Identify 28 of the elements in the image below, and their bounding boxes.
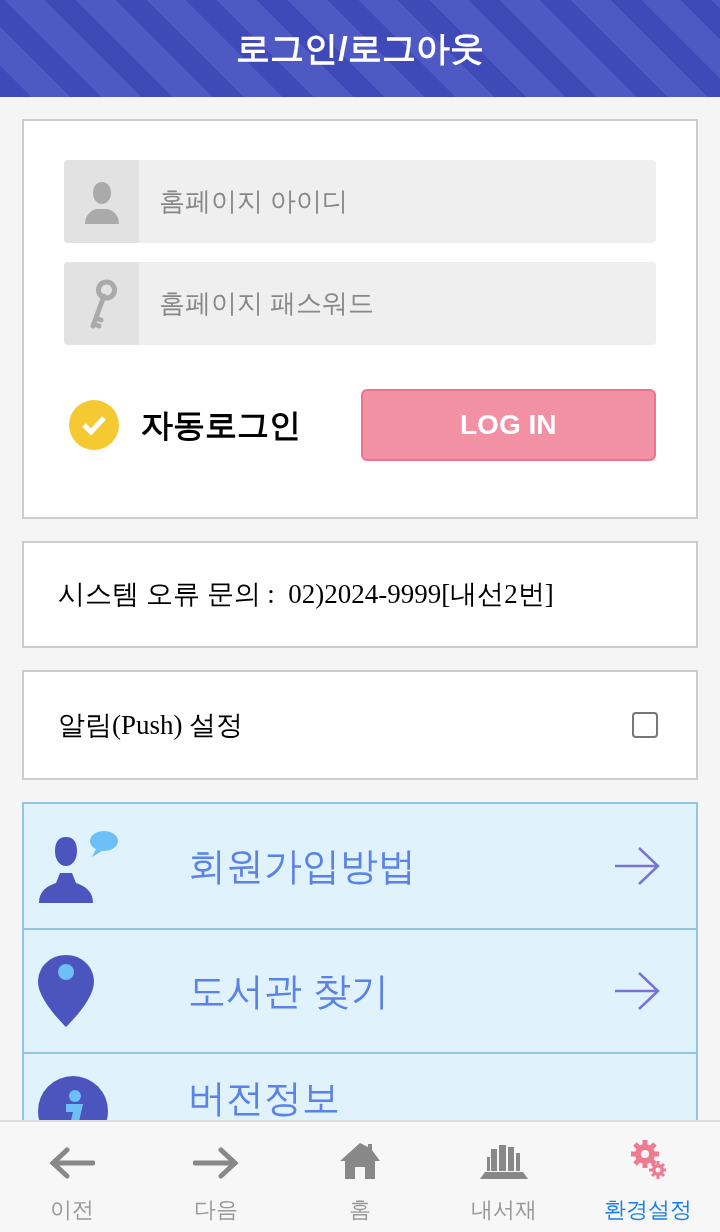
- gears-icon: [630, 1139, 666, 1179]
- menu-row[interactable]: 도서관 찾기: [24, 928, 696, 1052]
- back-arrow-icon: [49, 1147, 95, 1179]
- push-checkbox[interactable]: [632, 712, 658, 738]
- nav-tab[interactable]: 환경설정: [576, 1122, 720, 1232]
- auto-login-checkbox[interactable]: [69, 400, 119, 450]
- nav-tab[interactable]: 홈: [288, 1122, 432, 1232]
- page-title: 로그인/로그아웃: [236, 28, 484, 69]
- nav-tab[interactable]: 이전: [0, 1122, 144, 1232]
- bookshelf-icon: [479, 1143, 529, 1179]
- check-icon: [81, 415, 107, 435]
- person-speech-icon: [38, 829, 118, 903]
- menu-row[interactable]: 회원가입방법: [24, 804, 696, 928]
- nav-tab[interactable]: 다음: [144, 1122, 288, 1232]
- support-text: 시스템 오류 문의 : 02)2024-9999[내선2번]: [58, 578, 554, 612]
- menu-label: 도서관 찾기: [188, 969, 390, 1013]
- person-icon: [82, 179, 121, 224]
- push-setting-label: 알림(Push) 설정: [58, 708, 244, 742]
- password-field[interactable]: 홈페이지 패스워드: [139, 262, 656, 345]
- map-pin-icon: [38, 955, 94, 1027]
- id-field[interactable]: 홈페이지 아이디: [139, 160, 656, 243]
- menu-label: 버전정보: [188, 1076, 341, 1120]
- menu-label: 회원가입방법: [188, 844, 417, 888]
- login-button[interactable]: LOG IN: [360, 389, 656, 461]
- home-icon: [339, 1141, 381, 1179]
- forward-arrow-icon: [193, 1147, 239, 1179]
- nav-tab[interactable]: 내서재: [432, 1122, 576, 1232]
- auto-login-label: 자동로그인: [141, 406, 301, 445]
